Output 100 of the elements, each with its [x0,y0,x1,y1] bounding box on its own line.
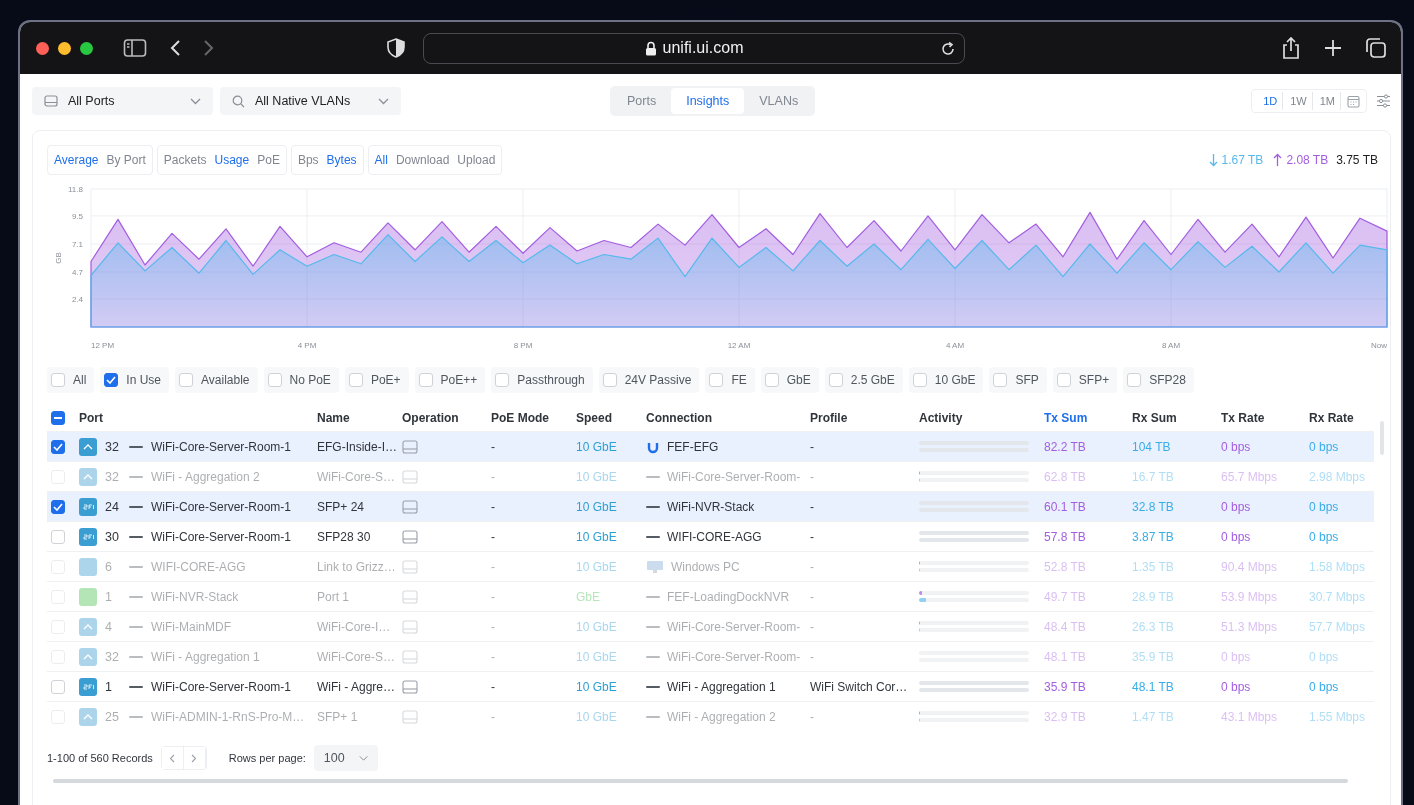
x-axis-label: 4 AM [945,341,965,350]
y-axis-label: 7.1 [71,239,83,249]
tx-sum: 60.1 TB [1044,499,1087,514]
tx-rate: 90.4 Mbps [1221,559,1279,574]
tx-rate: 51.3 Mbps [1221,619,1279,634]
port-profile: - [810,559,815,574]
port-number: 32 [105,469,120,484]
rx-sum: 26.3 TB [1132,619,1175,634]
rx-sum: 1.47 TB [1132,709,1175,724]
tx-sum: 48.4 TB [1044,619,1087,634]
connected-device: Windows PC [671,559,740,574]
rx-rate: 0 bps [1309,529,1340,544]
device-name: WiFi-ADMIN-1-RnS-Pro-M… [151,709,305,724]
port-number: 30 [105,529,120,544]
link-speed: 10 GbE [576,499,618,514]
link-speed: 10 GbE [576,619,618,634]
tx-sum: 57.8 TB [1044,529,1087,544]
device-name: WiFi-NVR-Stack [151,589,239,604]
port-number: 1 [105,589,113,604]
port-name: Port 1 [317,589,350,604]
connected-device: WiFi - Aggregation 1 [667,679,776,694]
port-profile: - [810,439,815,454]
rx-rate: 30.7 Mbps [1309,589,1367,604]
rx-rate: 1.55 Mbps [1309,709,1367,724]
connected-device: WiFi-Core-Server-Room- [667,469,801,484]
poe-mode: - [491,679,496,694]
connected-device: FEF-LoadingDockNVR [667,589,790,604]
x-axis-label: 12 AM [727,341,751,350]
port-name: Link to Grizz… [317,559,397,574]
poe-mode: - [491,709,496,724]
port-number: 24 [105,499,120,514]
x-axis-label: 4 PM [297,341,317,350]
x-axis-label: 8 PM [513,341,533,350]
rx-sum: 28.9 TB [1132,589,1175,604]
rx-rate: 2.98 Mbps [1309,469,1367,484]
port-number: 4 [105,619,113,634]
port-number: 6 [105,559,113,574]
rx-rate: 0 bps [1309,439,1340,454]
device-name: WiFi - Aggregation 2 [151,469,260,484]
port-name: SFP+ 1 [317,709,359,724]
port-profile: - [810,589,815,604]
rx-rate: 0 bps [1309,649,1340,664]
device-name: WiFi-Core-Server-Room-1 [151,439,291,454]
rx-sum: 48.1 TB [1132,679,1175,694]
connected-device: WiFi-Core-Server-Room- [667,619,801,634]
link-speed: 10 GbE [576,559,618,574]
rx-sum: 1.35 TB [1132,559,1175,574]
rx-sum: 104 TB [1132,439,1172,454]
tx-sum: 35.9 TB [1044,679,1087,694]
poe-mode: - [491,499,496,514]
port-name: WiFi - Aggre… [317,679,396,694]
link-speed: 10 GbE [576,679,618,694]
port-name: WiFi-Core-S… [317,469,396,484]
poe-mode: - [491,439,496,454]
rows-per-page-label: Rows per page: [228,752,306,764]
y-axis-label: 4.7 [71,268,83,278]
connected-device: WiFi - Aggregation 2 [667,709,776,724]
port-name: SFP+ 24 [317,499,366,514]
port-number: 32 [105,439,120,454]
tx-sum: 62.8 TB [1044,469,1087,484]
rx-sum: 16.7 TB [1132,469,1175,484]
port-profile: - [810,499,815,514]
link-speed: 10 GbE [576,649,618,664]
rx-rate: 57.7 Mbps [1309,619,1367,634]
device-name: WiFi-MainMDF [151,619,231,634]
tx-rate: 0 bps [1221,499,1252,514]
device-name: WIFI-CORE-AGG [151,559,246,574]
device-name: WiFi-Core-Server-Room-1 [151,529,291,544]
upload-total: 2.08 TB [1286,153,1329,167]
tx-rate: 53.9 Mbps [1221,589,1279,604]
y-axis-label: 2.4 [71,294,83,304]
port-name: SFP28 30 [317,529,372,544]
port-profile: - [810,619,815,634]
port-profile: - [810,469,815,484]
rx-rate: 0 bps [1309,679,1340,694]
download-total: 1.67 TB [1221,153,1264,167]
port-profile: WiFi Switch Cor… [810,679,909,694]
device-name: WiFi-Core-Server-Room-1 [151,679,291,694]
tx-rate: 0 bps [1221,679,1252,694]
record-count: 1-100 of 560 Records [47,752,153,764]
link-speed: 10 GbE [576,469,618,484]
rx-rate: 1.58 Mbps [1309,559,1367,574]
x-axis-label: 12 PM [91,341,115,350]
link-speed: 10 GbE [576,709,618,724]
poe-mode: - [491,649,496,664]
poe-mode: - [491,529,496,544]
rx-sum: 35.9 TB [1132,649,1175,664]
port-profile: - [810,709,815,724]
y-axis-title: GB [54,252,63,264]
port-name: WiFi-Core-I… [317,619,392,634]
y-axis-label: 11.8 [68,185,83,194]
tx-sum: 52.8 TB [1044,559,1087,574]
port-number: 1 [105,679,113,694]
tx-sum: 32.9 TB [1044,709,1087,724]
tx-rate: 65.7 Mbps [1221,469,1279,484]
poe-mode: - [491,469,496,484]
link-speed: GbE [576,589,601,604]
poe-mode: - [491,589,496,604]
port-profile: - [810,649,815,664]
rx-rate: 0 bps [1309,499,1340,514]
